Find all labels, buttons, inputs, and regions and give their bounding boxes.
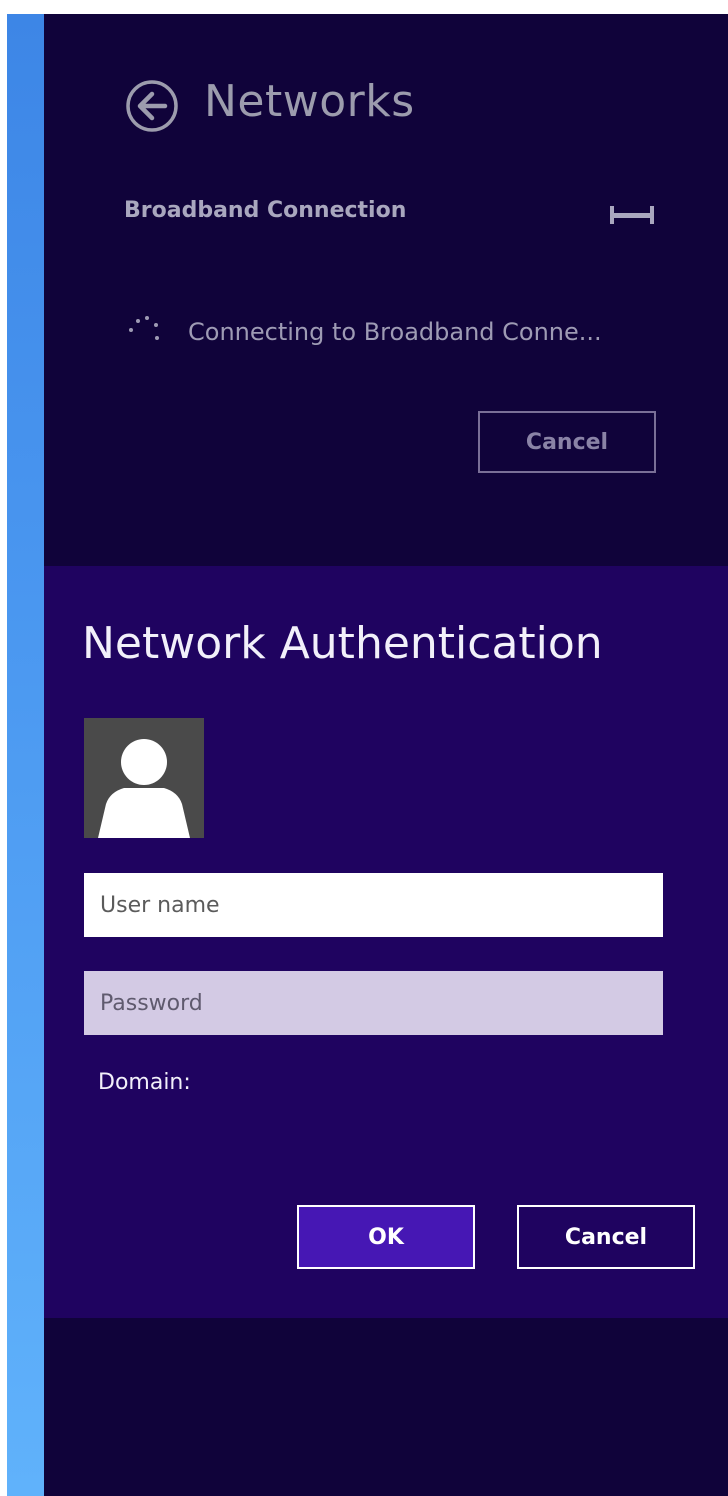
ethernet-icon (610, 206, 654, 224)
network-authentication-section: Network Authentication Domain: OK Cancel (44, 566, 728, 1318)
password-field[interactable] (84, 971, 663, 1035)
cancel-connection-button[interactable]: Cancel (478, 411, 656, 473)
connecting-status-text: Connecting to Broadband Conne... (188, 318, 602, 346)
user-avatar (84, 718, 204, 838)
back-button[interactable] (124, 78, 180, 134)
accent-edge-bar (7, 14, 44, 1496)
username-field[interactable] (84, 873, 663, 937)
charms-panel: Networks Broadband Connection Connecting… (44, 14, 728, 1496)
cancel-button[interactable]: Cancel (517, 1205, 695, 1269)
bottom-empty-area (44, 1318, 728, 1496)
networks-title: Networks (204, 76, 415, 127)
ok-button[interactable]: OK (297, 1205, 475, 1269)
user-avatar-icon (98, 739, 190, 838)
connection-name[interactable]: Broadband Connection (124, 198, 406, 223)
back-arrow-circle-icon (126, 80, 178, 132)
authentication-title: Network Authentication (82, 618, 603, 669)
networks-section: Networks Broadband Connection Connecting… (44, 14, 728, 566)
domain-label: Domain: (98, 1070, 191, 1095)
spinner-icon (129, 316, 159, 340)
